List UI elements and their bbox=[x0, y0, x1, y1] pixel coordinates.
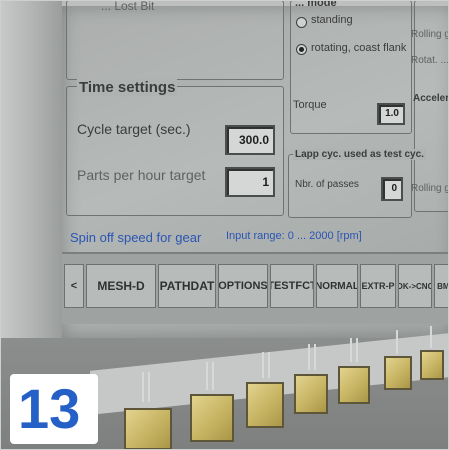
softkey-bar: < MESH-D PATHDAT OPTIONS TESTFCT NORMAL … bbox=[62, 252, 449, 324]
step-number: 13 bbox=[18, 377, 81, 440]
key-ridge bbox=[356, 338, 358, 362]
top-left-panel: ... Lost Bit bbox=[66, 0, 284, 80]
softkey-options[interactable]: OPTIONS bbox=[218, 264, 268, 308]
top-left-partial-text: ... Lost Bit bbox=[101, 0, 155, 13]
parts-per-hour-label: Parts per hour target bbox=[77, 167, 206, 183]
hardware-softkey-2[interactable] bbox=[190, 394, 234, 442]
key-ridge bbox=[206, 362, 208, 390]
radio-rotating[interactable] bbox=[296, 44, 307, 55]
mode-panel: ... mode standing rotating, coast flank … bbox=[290, 0, 412, 134]
radio-standing-label: standing bbox=[311, 14, 353, 26]
time-settings-title: Time settings bbox=[77, 79, 178, 96]
step-number-badge: 13 bbox=[10, 374, 98, 444]
hint-prefix: Spin off speed for gear bbox=[70, 230, 202, 245]
hardware-softkey-5[interactable] bbox=[338, 366, 370, 404]
key-ridge bbox=[350, 338, 352, 362]
right-column-title: Acceleration bbox=[413, 93, 449, 104]
key-ridge bbox=[142, 372, 144, 402]
key-ridge bbox=[314, 344, 316, 370]
hardware-softkey-6[interactable] bbox=[384, 356, 412, 390]
photo-frame: ... Lost Bit ... mode standing rotating,… bbox=[0, 0, 449, 450]
parts-per-hour-field[interactable]: 1 bbox=[225, 167, 275, 197]
key-ridge bbox=[308, 344, 310, 370]
key-ridge bbox=[148, 372, 150, 402]
right-column-panel: Rolling gear ... Rotat. ... Acceleration… bbox=[411, 0, 449, 212]
softkey-testfct[interactable]: TESTFCT bbox=[270, 264, 314, 308]
softkey-bmp[interactable]: BMP bbox=[434, 264, 449, 308]
hardware-softkey-1[interactable] bbox=[124, 408, 172, 450]
key-ridge bbox=[262, 352, 264, 378]
lapp-panel-title: Lapp cyc. used as test cyc. bbox=[293, 149, 426, 160]
nbr-passes-label: Nbr. of passes bbox=[295, 179, 359, 190]
bezel-left bbox=[0, 0, 62, 360]
hardware-softkey-7[interactable] bbox=[420, 350, 444, 380]
softkey-extr-p[interactable]: EXTR-P bbox=[360, 264, 396, 308]
radio-standing[interactable] bbox=[296, 17, 307, 28]
nbr-passes-field[interactable]: 0 bbox=[381, 177, 403, 201]
key-ridge bbox=[268, 352, 270, 378]
torque-field[interactable]: 1.0 bbox=[377, 103, 405, 125]
key-ridge bbox=[212, 362, 214, 390]
softkey-back[interactable]: < bbox=[64, 264, 84, 308]
key-ridge bbox=[430, 326, 432, 348]
right-line-2: Rotat. ... bbox=[411, 55, 449, 66]
hardware-softkey-4[interactable] bbox=[294, 374, 328, 414]
softkey-ok-cnc[interactable]: OK->CNC bbox=[398, 264, 432, 308]
softkey-normal[interactable]: NORMAL bbox=[316, 264, 358, 308]
softkey-mesh-d[interactable]: MESH-D bbox=[86, 264, 156, 308]
hint-range: Input range: 0 ... 2000 [rpm] bbox=[226, 230, 362, 242]
cycle-target-label: Cycle target (sec.) bbox=[77, 121, 191, 137]
torque-label: Torque bbox=[293, 99, 327, 111]
lapp-panel: Lapp cyc. used as test cyc. Nbr. of pass… bbox=[288, 149, 426, 218]
time-settings-panel: Time settings Cycle target (sec.) 300.0 … bbox=[66, 79, 284, 216]
right-line-3: Rolling gear ... bbox=[411, 183, 449, 194]
radio-rotating-label: rotating, coast flank bbox=[311, 42, 407, 54]
hardware-softkey-3[interactable] bbox=[246, 382, 284, 428]
cycle-target-field[interactable]: 300.0 bbox=[225, 125, 275, 155]
right-line-1: Rolling gear ... bbox=[411, 29, 449, 40]
mode-panel-title: ... mode bbox=[295, 0, 337, 9]
key-ridge bbox=[396, 330, 398, 354]
softkey-pathdat[interactable]: PATHDAT bbox=[158, 264, 216, 308]
